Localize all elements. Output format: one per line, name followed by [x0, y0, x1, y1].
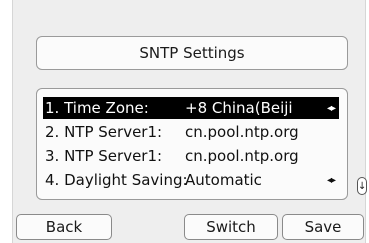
switch-button[interactable]: Switch	[184, 214, 278, 240]
list-item-label: 1. Time Zone:	[45, 99, 149, 117]
back-button-label: Back	[45, 218, 83, 236]
save-button-label: Save	[304, 218, 342, 236]
list-item-value: cn.pool.ntp.org	[185, 147, 299, 165]
save-button[interactable]: Save	[282, 214, 364, 240]
list-item-value: +8 China(Beiji	[185, 99, 293, 117]
scroll-down-icon: ↓	[357, 177, 367, 195]
switch-button-label: Switch	[206, 218, 256, 236]
page-title-text: SNTP Settings	[139, 44, 245, 62]
left-right-arrows-icon[interactable]: ◂▸	[327, 175, 336, 186]
list-item-label: 3. NTP Server1:	[45, 147, 163, 165]
page-title: SNTP Settings	[36, 36, 348, 70]
list-item-value: cn.pool.ntp.org	[185, 123, 299, 141]
back-button[interactable]: Back	[16, 214, 112, 240]
list-item-ntp-server1[interactable]: 2. NTP Server1: cn.pool.ntp.org	[43, 121, 339, 143]
list-item-ntp-server1-alt[interactable]: 3. NTP Server1: cn.pool.ntp.org	[43, 145, 339, 167]
left-right-arrows-icon[interactable]: ◂▸	[327, 103, 336, 114]
list-item-label: 4. Daylight Saving:	[45, 171, 188, 189]
list-item-time-zone[interactable]: 1. Time Zone: +8 China(Beiji ◂▸	[43, 97, 339, 119]
list-item-value: Automatic	[185, 171, 262, 189]
list-item-daylight-saving[interactable]: 4. Daylight Saving: Automatic ◂▸	[43, 169, 339, 191]
settings-list: 1. Time Zone: +8 China(Beiji ◂▸ 2. NTP S…	[36, 88, 348, 200]
list-item-label: 2. NTP Server1:	[45, 123, 163, 141]
